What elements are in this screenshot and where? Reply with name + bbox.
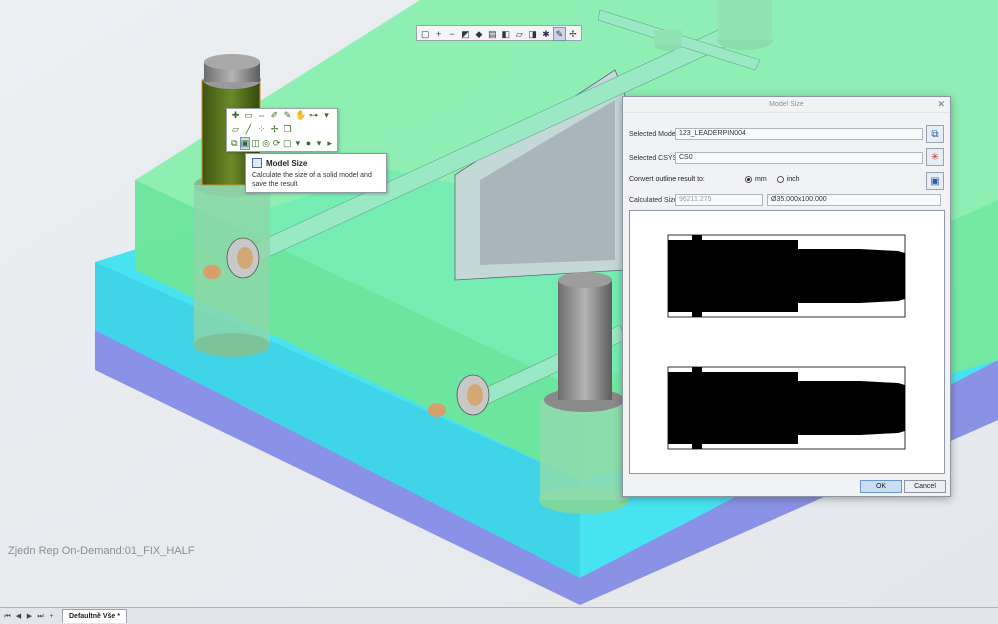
- cancel-button[interactable]: Cancel: [904, 480, 946, 493]
- copy-icon[interactable]: ❐: [282, 124, 293, 135]
- paint-icon[interactable]: ✐: [269, 110, 280, 121]
- open-folder-icon[interactable]: ▭: [243, 110, 254, 121]
- chevron-down-icon[interactable]: ▾: [321, 110, 332, 121]
- unit-mm-radio[interactable]: mm: [745, 176, 767, 183]
- tree-icon[interactable]: ⊶: [308, 110, 319, 121]
- add-tab-icon[interactable]: +: [47, 612, 56, 621]
- cube-icon[interactable]: ◫: [251, 138, 260, 149]
- calculated-size-label: Calculated Size: [629, 196, 678, 204]
- mini-toolbar: ✚ ▭ ⇔ ✐ ✎ ✋ ⊶ ▾ ▱ ╱ ⁘ ✢ ❐ ⧉ ▣ ◫ ◎ ⟳ ▢ ▾ …: [226, 108, 338, 152]
- section-icon[interactable]: ◨: [526, 27, 538, 41]
- dimension-icon[interactable]: ⇔: [256, 110, 267, 121]
- add-icon[interactable]: ✚: [230, 110, 241, 121]
- sphere-icon[interactable]: ●: [304, 138, 313, 149]
- spin-center-icon[interactable]: ✢: [567, 27, 579, 41]
- unit-inch-radio[interactable]: inch: [776, 176, 800, 183]
- outline-preview: [629, 210, 945, 474]
- calculated-volume-field: 96211.275: [675, 194, 763, 206]
- dialog-title: Model Size: [769, 101, 804, 108]
- orient-icon[interactable]: ◆: [473, 27, 485, 41]
- selected-model-label: Selected Model: [629, 130, 678, 138]
- annotation-icon[interactable]: ✎: [553, 27, 566, 41]
- chevron-down-icon[interactable]: ▾: [294, 138, 303, 149]
- tab-default-all[interactable]: Defaultně Vše *: [62, 609, 127, 623]
- perspective-icon[interactable]: ▱: [513, 27, 525, 41]
- datum-display-icon[interactable]: ✱: [540, 27, 552, 41]
- axis-icon[interactable]: ╱: [243, 124, 254, 135]
- assembly-icon: ⧉: [931, 128, 939, 140]
- zoom-in-icon[interactable]: +: [432, 27, 444, 41]
- plane-icon[interactable]: ▱: [230, 124, 241, 135]
- csys-icon[interactable]: ✢: [269, 124, 280, 135]
- prev-tab-icon[interactable]: ◀: [14, 612, 23, 621]
- selected-csys-label: Selected CSYS: [629, 154, 678, 162]
- model-size-icon: [252, 158, 262, 168]
- select-csys-button[interactable]: ✳: [926, 148, 944, 166]
- pin-silhouette-preview: [667, 234, 906, 450]
- repaint-icon[interactable]: ◩: [459, 27, 471, 41]
- convert-label: Convert outline result to:: [629, 176, 705, 183]
- link-icon[interactable]: ⟳: [272, 138, 281, 149]
- model-size-icon[interactable]: ▣: [239, 137, 251, 150]
- model-size-dialog: Model Size ✕ Selected Model 123_LEADERPI…: [622, 96, 951, 497]
- hand-icon[interactable]: ✋: [295, 110, 306, 121]
- saved-views-icon[interactable]: ▤: [486, 27, 498, 41]
- model-size-tooltip: Model Size Calculate the size of a solid…: [245, 153, 387, 193]
- hide-icon[interactable]: ◎: [262, 138, 271, 149]
- box-icon[interactable]: ▢: [283, 138, 292, 149]
- display-style-icon[interactable]: ◧: [500, 27, 512, 41]
- dialog-titlebar[interactable]: Model Size ✕: [623, 97, 950, 113]
- edit-icon[interactable]: ✎: [282, 110, 293, 121]
- representation-label: Zjedn Rep On-Demand:01_FIX_HALF: [8, 545, 195, 557]
- close-icon[interactable]: ✕: [937, 99, 945, 110]
- zoom-out-icon[interactable]: −: [446, 27, 458, 41]
- last-tab-icon[interactable]: ⏭: [36, 612, 45, 621]
- pin-side-view: [667, 234, 906, 318]
- save-result-button[interactable]: ▣: [926, 172, 944, 190]
- calculated-dims-field: Ø35.000x100.000: [767, 194, 941, 206]
- selected-model-field[interactable]: 123_LEADERPIN004: [675, 128, 923, 140]
- pin-top-view: [667, 366, 906, 450]
- chevron-down-icon[interactable]: ▾: [315, 138, 324, 149]
- window-tab-bar: ⏮ ◀ ▶ ⏭ + Defaultně Vše *: [0, 607, 998, 624]
- graphics-toolbar: ▢ + − ◩ ◆ ▤ ◧ ▱ ◨ ✱ ✎ ✢: [416, 25, 582, 41]
- tooltip-title: Model Size: [266, 158, 308, 168]
- csys-icon: ✳: [930, 151, 940, 163]
- select-model-button[interactable]: ⧉: [926, 125, 944, 143]
- next-tab-icon[interactable]: ▶: [25, 612, 34, 621]
- ok-button[interactable]: OK: [860, 480, 902, 493]
- point-icon[interactable]: ⁘: [256, 124, 267, 135]
- save-icon: ▣: [930, 175, 940, 187]
- refit-icon[interactable]: ▢: [419, 27, 431, 41]
- selected-csys-field[interactable]: CS0: [675, 152, 923, 164]
- first-tab-icon[interactable]: ⏮: [3, 612, 12, 621]
- measure-icon[interactable]: ⧉: [230, 138, 239, 149]
- tooltip-description: Calculate the size of a solid model and …: [252, 172, 372, 188]
- chevron-right-icon[interactable]: ▸: [325, 138, 334, 149]
